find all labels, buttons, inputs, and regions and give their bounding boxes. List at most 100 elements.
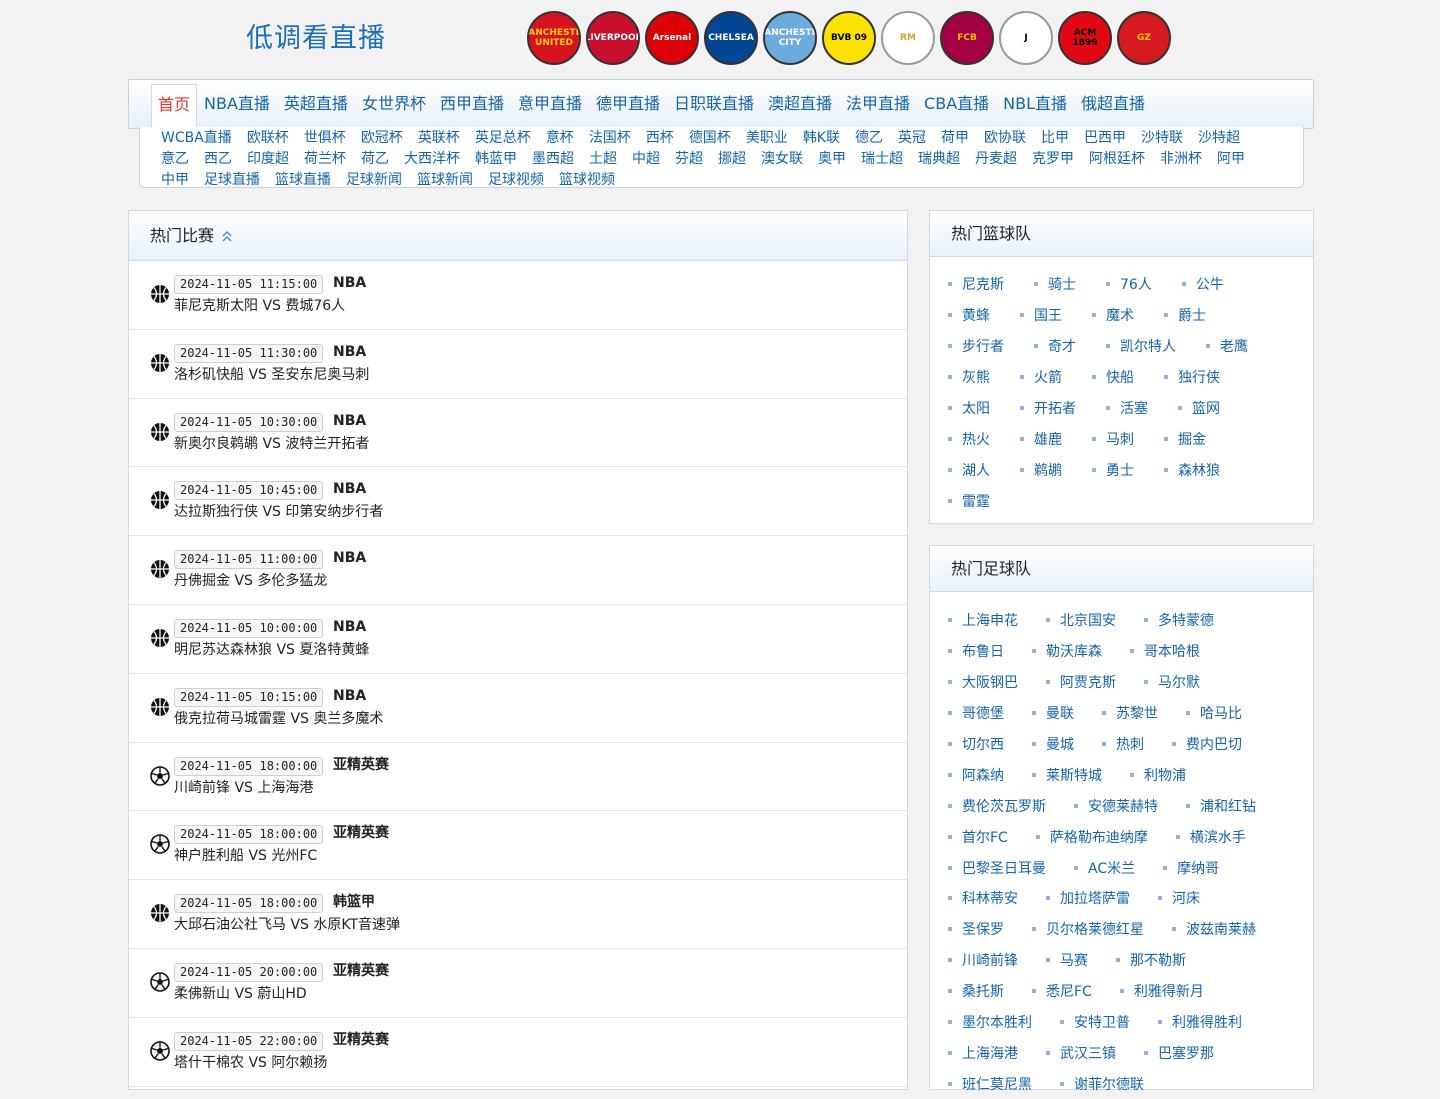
subnav-item[interactable]: 欧冠杯 [361, 128, 403, 148]
team-link[interactable]: 公牛 [1182, 274, 1224, 294]
team-link[interactable]: 鹈鹕 [1020, 460, 1062, 480]
manchester-united-logo[interactable]: MANCHESTER UNITED [527, 11, 581, 65]
arsenal-logo[interactable]: Arsenal [645, 11, 699, 65]
subnav-item[interactable]: 阿根廷杯 [1089, 149, 1145, 169]
subnav-item[interactable]: 法国杯 [589, 128, 631, 148]
subnav-item[interactable]: 欧联杯 [247, 128, 289, 148]
match-teams-link[interactable]: 洛杉矶快船 VS 圣安东尼奥马刺 [174, 366, 369, 384]
team-link[interactable]: 横滨水手 [1176, 827, 1246, 847]
team-link[interactable]: 萨格勒布迪纳摩 [1036, 827, 1148, 847]
subnav-item[interactable]: 意乙 [161, 149, 189, 169]
subnav-item[interactable]: 荷乙 [361, 149, 389, 169]
team-link[interactable]: 费伦茨瓦罗斯 [948, 796, 1046, 816]
team-link[interactable]: 利物浦 [1130, 765, 1186, 785]
team-link[interactable]: 利雅得新月 [1120, 981, 1204, 1001]
match-teams-link[interactable]: 柔佛新山 VS 蔚山HD [174, 985, 307, 1003]
team-link[interactable]: 骑士 [1034, 274, 1076, 294]
match-teams-link[interactable]: 新奥尔良鹈鹕 VS 波特兰开拓者 [174, 435, 369, 453]
team-link[interactable]: 墨尔本胜利 [948, 1012, 1032, 1032]
subnav-item[interactable]: 墨西超 [532, 149, 574, 169]
team-link[interactable]: 巴黎圣日耳曼 [948, 858, 1046, 878]
team-link[interactable]: 布鲁日 [948, 641, 1004, 661]
subnav-item[interactable]: 篮球视频 [559, 170, 615, 190]
team-link[interactable]: 国王 [1020, 305, 1062, 325]
team-link[interactable]: 切尔西 [948, 734, 1004, 754]
subnav-item[interactable]: 沙特联 [1141, 128, 1183, 148]
subnav-item[interactable]: 印度超 [247, 149, 289, 169]
team-link[interactable]: 雷霆 [948, 491, 990, 511]
team-link[interactable]: 苏黎世 [1102, 703, 1158, 723]
subnav-item[interactable]: 西乙 [204, 149, 232, 169]
subnav-item[interactable]: 美职业 [746, 128, 788, 148]
nav-item-6[interactable]: 德甲直播 [589, 84, 667, 124]
subnav-item[interactable]: 足球直播 [204, 170, 260, 190]
team-link[interactable]: AC米兰 [1074, 858, 1135, 878]
team-link[interactable]: 76人 [1106, 274, 1152, 294]
team-link[interactable]: 太阳 [948, 398, 990, 418]
team-link[interactable]: 勒沃库森 [1032, 641, 1102, 661]
team-link[interactable]: 马刺 [1092, 429, 1134, 449]
subnav-item[interactable]: 中甲 [161, 170, 189, 190]
subnav-item[interactable]: 荷甲 [941, 128, 969, 148]
team-link[interactable]: 摩纳哥 [1163, 858, 1219, 878]
team-link[interactable]: 河床 [1158, 888, 1200, 908]
team-link[interactable]: 波兹南莱赫 [1172, 919, 1256, 939]
subnav-item[interactable]: 土超 [589, 149, 617, 169]
manchester-city-logo[interactable]: MANCHESTER CITY [763, 11, 817, 65]
match-row[interactable]: 2024-11-05 11:00:00 NBA 丹佛掘金 VS 多伦多猛龙 [129, 536, 907, 605]
team-link[interactable]: 尼克斯 [948, 274, 1004, 294]
subnav-item[interactable]: 克罗甲 [1032, 149, 1074, 169]
subnav-item[interactable]: 挪超 [718, 149, 746, 169]
nav-item-10[interactable]: CBA直播 [917, 84, 996, 124]
subnav-item[interactable]: 欧协联 [984, 128, 1026, 148]
subnav-item[interactable]: 丹麦超 [975, 149, 1017, 169]
team-link[interactable]: 多特蒙德 [1144, 610, 1214, 630]
subnav-item[interactable]: 奥甲 [818, 149, 846, 169]
nav-item-2[interactable]: 英超直播 [277, 84, 355, 124]
team-link[interactable]: 哥德堡 [948, 703, 1004, 723]
team-link[interactable]: 曼城 [1032, 734, 1074, 754]
match-row[interactable]: 2024-11-05 18:00:00 韩篮甲 大邱石油公社飞马 VS 水原KT音速… [129, 880, 907, 949]
team-link[interactable]: 黄蜂 [948, 305, 990, 325]
juventus-logo[interactable]: J [999, 11, 1053, 65]
subnav-item[interactable]: 德国杯 [689, 128, 731, 148]
subnav-item[interactable]: 德乙 [855, 128, 883, 148]
team-link[interactable]: 掘金 [1164, 429, 1206, 449]
team-link[interactable]: 首尔FC [948, 827, 1008, 847]
team-link[interactable]: 湖人 [948, 460, 990, 480]
team-link[interactable]: 浦和红钻 [1186, 796, 1256, 816]
team-link[interactable]: 谢菲尔德联 [1060, 1074, 1144, 1094]
barcelona-logo[interactable]: FCB [940, 11, 994, 65]
team-link[interactable]: 上海海港 [948, 1043, 1018, 1063]
subnav-item[interactable]: WCBA直播 [161, 128, 232, 148]
match-teams-link[interactable]: 俄克拉荷马城雷霆 VS 奥兰多魔术 [174, 710, 383, 728]
match-row[interactable]: 2024-11-05 11:15:00 NBA 菲尼克斯太阳 VS 费城76人 [129, 261, 907, 330]
team-link[interactable]: 那不勒斯 [1116, 950, 1186, 970]
match-row[interactable]: 2024-11-05 10:30:00 NBA 新奥尔良鹈鹕 VS 波特兰开拓者 [129, 399, 907, 468]
subnav-item[interactable]: 大西洋杯 [404, 149, 460, 169]
subnav-item[interactable]: 荷兰杯 [304, 149, 346, 169]
match-row[interactable]: 2024-11-05 20:00:00 亚精英赛 柔佛新山 VS 蔚山HD [129, 949, 907, 1018]
subnav-item[interactable]: 沙特超 [1198, 128, 1240, 148]
team-link[interactable]: 独行侠 [1164, 367, 1220, 387]
match-teams-link[interactable]: 明尼苏达森林狼 VS 夏洛特黄蜂 [174, 641, 369, 659]
team-link[interactable]: 川崎前锋 [948, 950, 1018, 970]
guangzhou-logo[interactable]: GZ [1117, 11, 1171, 65]
subnav-item[interactable]: 足球新闻 [346, 170, 402, 190]
team-link[interactable]: 灰熊 [948, 367, 990, 387]
team-link[interactable]: 奇才 [1034, 336, 1076, 356]
match-teams-link[interactable]: 川崎前锋 VS 上海海港 [174, 779, 313, 797]
team-link[interactable]: 快船 [1092, 367, 1134, 387]
chelsea-logo[interactable]: CHELSEA [704, 11, 758, 65]
team-link[interactable]: 巴塞罗那 [1144, 1043, 1214, 1063]
subnav-item[interactable]: 瑞典超 [918, 149, 960, 169]
team-link[interactable]: 阿贾克斯 [1046, 672, 1116, 692]
team-link[interactable]: 雄鹿 [1020, 429, 1062, 449]
team-link[interactable]: 安特卫普 [1060, 1012, 1130, 1032]
team-link[interactable]: 悉尼FC [1032, 981, 1092, 1001]
match-row[interactable]: 2024-11-05 18:00:00 亚精英赛 神户胜利船 VS 光州FC [129, 811, 907, 881]
team-link[interactable]: 加拉塔萨雷 [1046, 888, 1130, 908]
match-teams-link[interactable]: 塔什干棉农 VS 阿尔赖扬 [174, 1054, 327, 1072]
subnav-item[interactable]: 非洲杯 [1160, 149, 1202, 169]
match-teams-link[interactable]: 菲尼克斯太阳 VS 费城76人 [174, 297, 345, 315]
